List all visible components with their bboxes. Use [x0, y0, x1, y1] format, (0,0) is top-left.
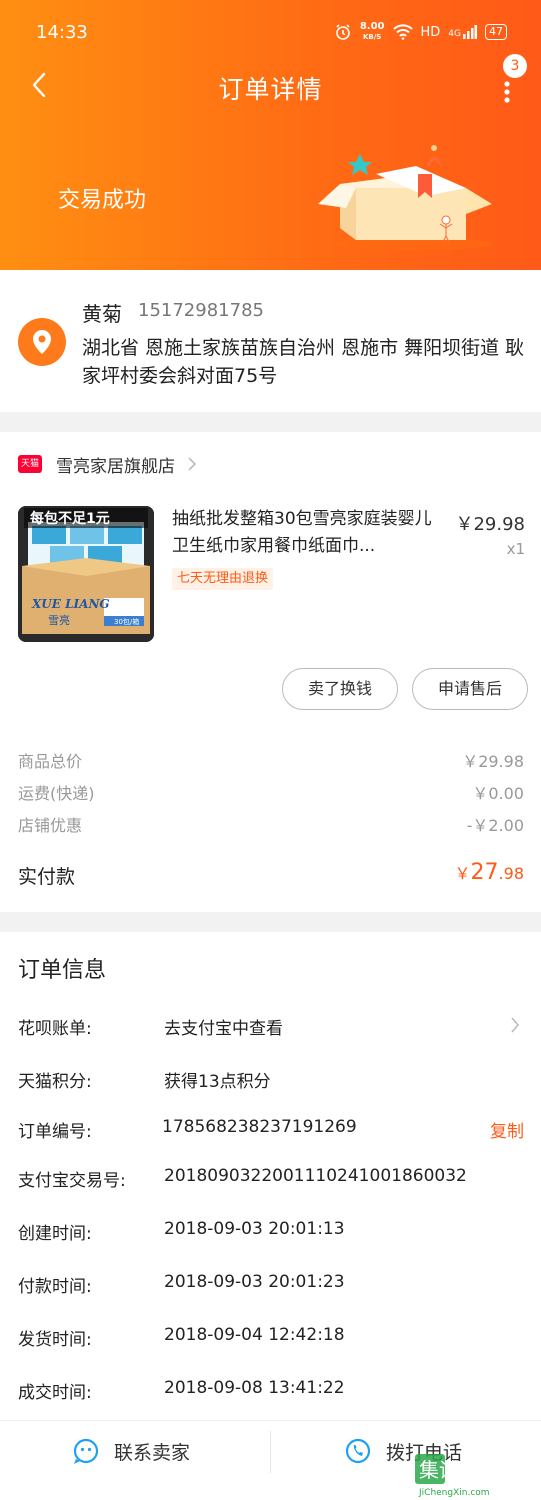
site-watermark: 集诚信 JiChengXin.com — [415, 1452, 535, 1498]
signal-indicator: 4G — [448, 25, 477, 39]
info-value: 2018-09-04 12:42:18 — [164, 1325, 345, 1345]
shop-name: 雪亮家居旗舰店 — [56, 456, 175, 477]
info-label: 支付宝交易号: — [18, 1171, 126, 1191]
contact-seller-button[interactable]: 联系卖家 — [72, 1437, 190, 1465]
info-value: 178568238237191269 — [162, 1117, 357, 1137]
product-quantity: x1 — [506, 540, 525, 558]
actual-payment-label: 实付款 — [18, 866, 76, 888]
fee-value: ￥0.00 — [472, 784, 524, 803]
brand-cn-text: 雪亮 — [48, 613, 70, 627]
fee-value: ￥29.98 — [462, 752, 524, 771]
copy-order-number-button[interactable]: 复制 — [490, 1117, 524, 1142]
bottom-divider — [270, 1431, 271, 1473]
resell-button[interactable]: 卖了换钱 — [282, 668, 398, 710]
brand-logo-text: XUE LIANG — [31, 597, 110, 611]
order-info-title: 订单信息 — [18, 958, 107, 983]
chevron-right-icon — [188, 457, 197, 471]
watermark-text: 集诚信 — [419, 1458, 479, 1482]
shipping-address-card[interactable]: 黄菊 15172981785 湖北省 恩施土家族苗族自治州 恩施市 舞阳坝街道 … — [0, 270, 541, 412]
chat-bubble-icon — [73, 1438, 99, 1464]
currency-symbol: ￥ — [454, 864, 471, 883]
page-title: 订单详情 — [218, 75, 323, 104]
info-value: 2018-09-03 20:01:23 — [164, 1272, 345, 1292]
alarm-icon — [336, 24, 350, 40]
fee-label: 店铺优惠 — [18, 816, 83, 835]
amount-decimal: .98 — [498, 864, 524, 883]
status-time: 14:33 — [36, 22, 88, 43]
fee-row-subtotal: 商品总价 ￥29.98 — [18, 748, 524, 772]
after-sale-button[interactable]: 申请售后 — [412, 668, 528, 710]
amount-integer: 27 — [470, 860, 499, 885]
info-label: 花呗账单: — [18, 1019, 92, 1039]
message-count-badge[interactable]: 3 — [503, 54, 527, 78]
signal-label: 4G — [448, 29, 461, 39]
status-bar: 14:33 8.00 KB/S HD 4G 47 — [0, 0, 541, 64]
contact-seller-label: 联系卖家 — [114, 1441, 191, 1464]
chevron-right-icon — [511, 1017, 520, 1033]
actual-payment-row: 实付款 ￥27.98 — [18, 860, 524, 889]
phone-icon — [345, 1438, 371, 1464]
order-status-text: 交易成功 — [58, 188, 147, 213]
location-pin-icon — [18, 318, 66, 366]
info-value: 2018090322001110241001860032 — [164, 1166, 467, 1186]
hd-indicator: HD — [420, 24, 441, 40]
nav-bar: 订单详情 3 — [0, 54, 541, 114]
info-label: 创建时间: — [18, 1224, 92, 1244]
net-speed: 8.00 KB/S — [360, 22, 385, 42]
product-thumbnail[interactable]: 30包/箱 XUE LIANG 雪亮 每包不足1元 — [18, 506, 154, 642]
promo-caption: 每包不足1元 — [30, 510, 110, 527]
box-count-text: 30包/箱 — [114, 617, 139, 626]
fee-value: -￥2.00 — [466, 816, 524, 835]
info-value: 2018-09-08 13:41:22 — [164, 1378, 345, 1398]
recipient-name: 黄菊 — [82, 302, 122, 326]
return-policy-tag: 七天无理由退换 — [172, 568, 274, 590]
order-header: 14:33 8.00 KB/S HD 4G 47 订单详情 3 交易成功 — [0, 0, 541, 270]
fee-row-discount: 店铺优惠 -￥2.00 — [18, 812, 524, 836]
signal-icon — [463, 25, 477, 39]
recipient-phone: 15172981785 — [138, 300, 264, 321]
product-price: ￥29.98 — [455, 514, 525, 535]
info-label: 天猫积分: — [18, 1072, 92, 1092]
wifi-icon — [392, 24, 413, 40]
battery-indicator: 47 — [485, 24, 507, 40]
open-box-illustration — [318, 145, 494, 250]
watermark-url: JiChengXin.com — [418, 1488, 490, 1498]
info-value: 2018-09-03 20:01:13 — [164, 1219, 345, 1239]
fee-row-shipping: 运费(快递) ￥0.00 — [18, 780, 524, 804]
shop-link[interactable]: 天猫 雪亮家居旗舰店 — [18, 450, 197, 478]
actual-payment-amount: ￥27.98 — [455, 860, 524, 885]
order-product-card: 天猫 雪亮家居旗舰店 30包/箱 XUE LIANG 雪亮 每包不足1元 抽纸批… — [0, 432, 541, 912]
info-label: 付款时间: — [18, 1277, 92, 1297]
address-detail: 湖北省 恩施土家族苗族自治州 恩施市 舞阳坝街道 耿家坪村委会斜对面75号 — [82, 337, 525, 387]
fee-label: 商品总价 — [18, 752, 83, 771]
info-value: 去支付宝中查看 — [164, 1019, 283, 1039]
info-label: 发货时间: — [18, 1330, 92, 1350]
more-menu-icon[interactable] — [497, 74, 517, 104]
info-label: 订单编号: — [18, 1122, 92, 1142]
fee-label: 运费(快递) — [18, 784, 95, 803]
net-speed-value: 8.00 — [359, 21, 385, 32]
order-info-section: 订单信息 花呗账单: 去支付宝中查看 天猫积分: 获得13点积分 订单编号: 1… — [0, 932, 541, 1500]
tmall-logo-icon: 天猫 — [18, 455, 42, 473]
product-title[interactable]: 抽纸批发整箱30包雪亮家庭装婴儿卫生纸巾家用餐巾纸面巾... — [172, 506, 444, 560]
net-speed-unit: KB/S — [362, 33, 382, 41]
info-value: 获得13点积分 — [164, 1072, 271, 1092]
info-label: 成交时间: — [18, 1383, 92, 1403]
status-icons: 8.00 KB/S HD 4G 47 — [334, 22, 507, 42]
